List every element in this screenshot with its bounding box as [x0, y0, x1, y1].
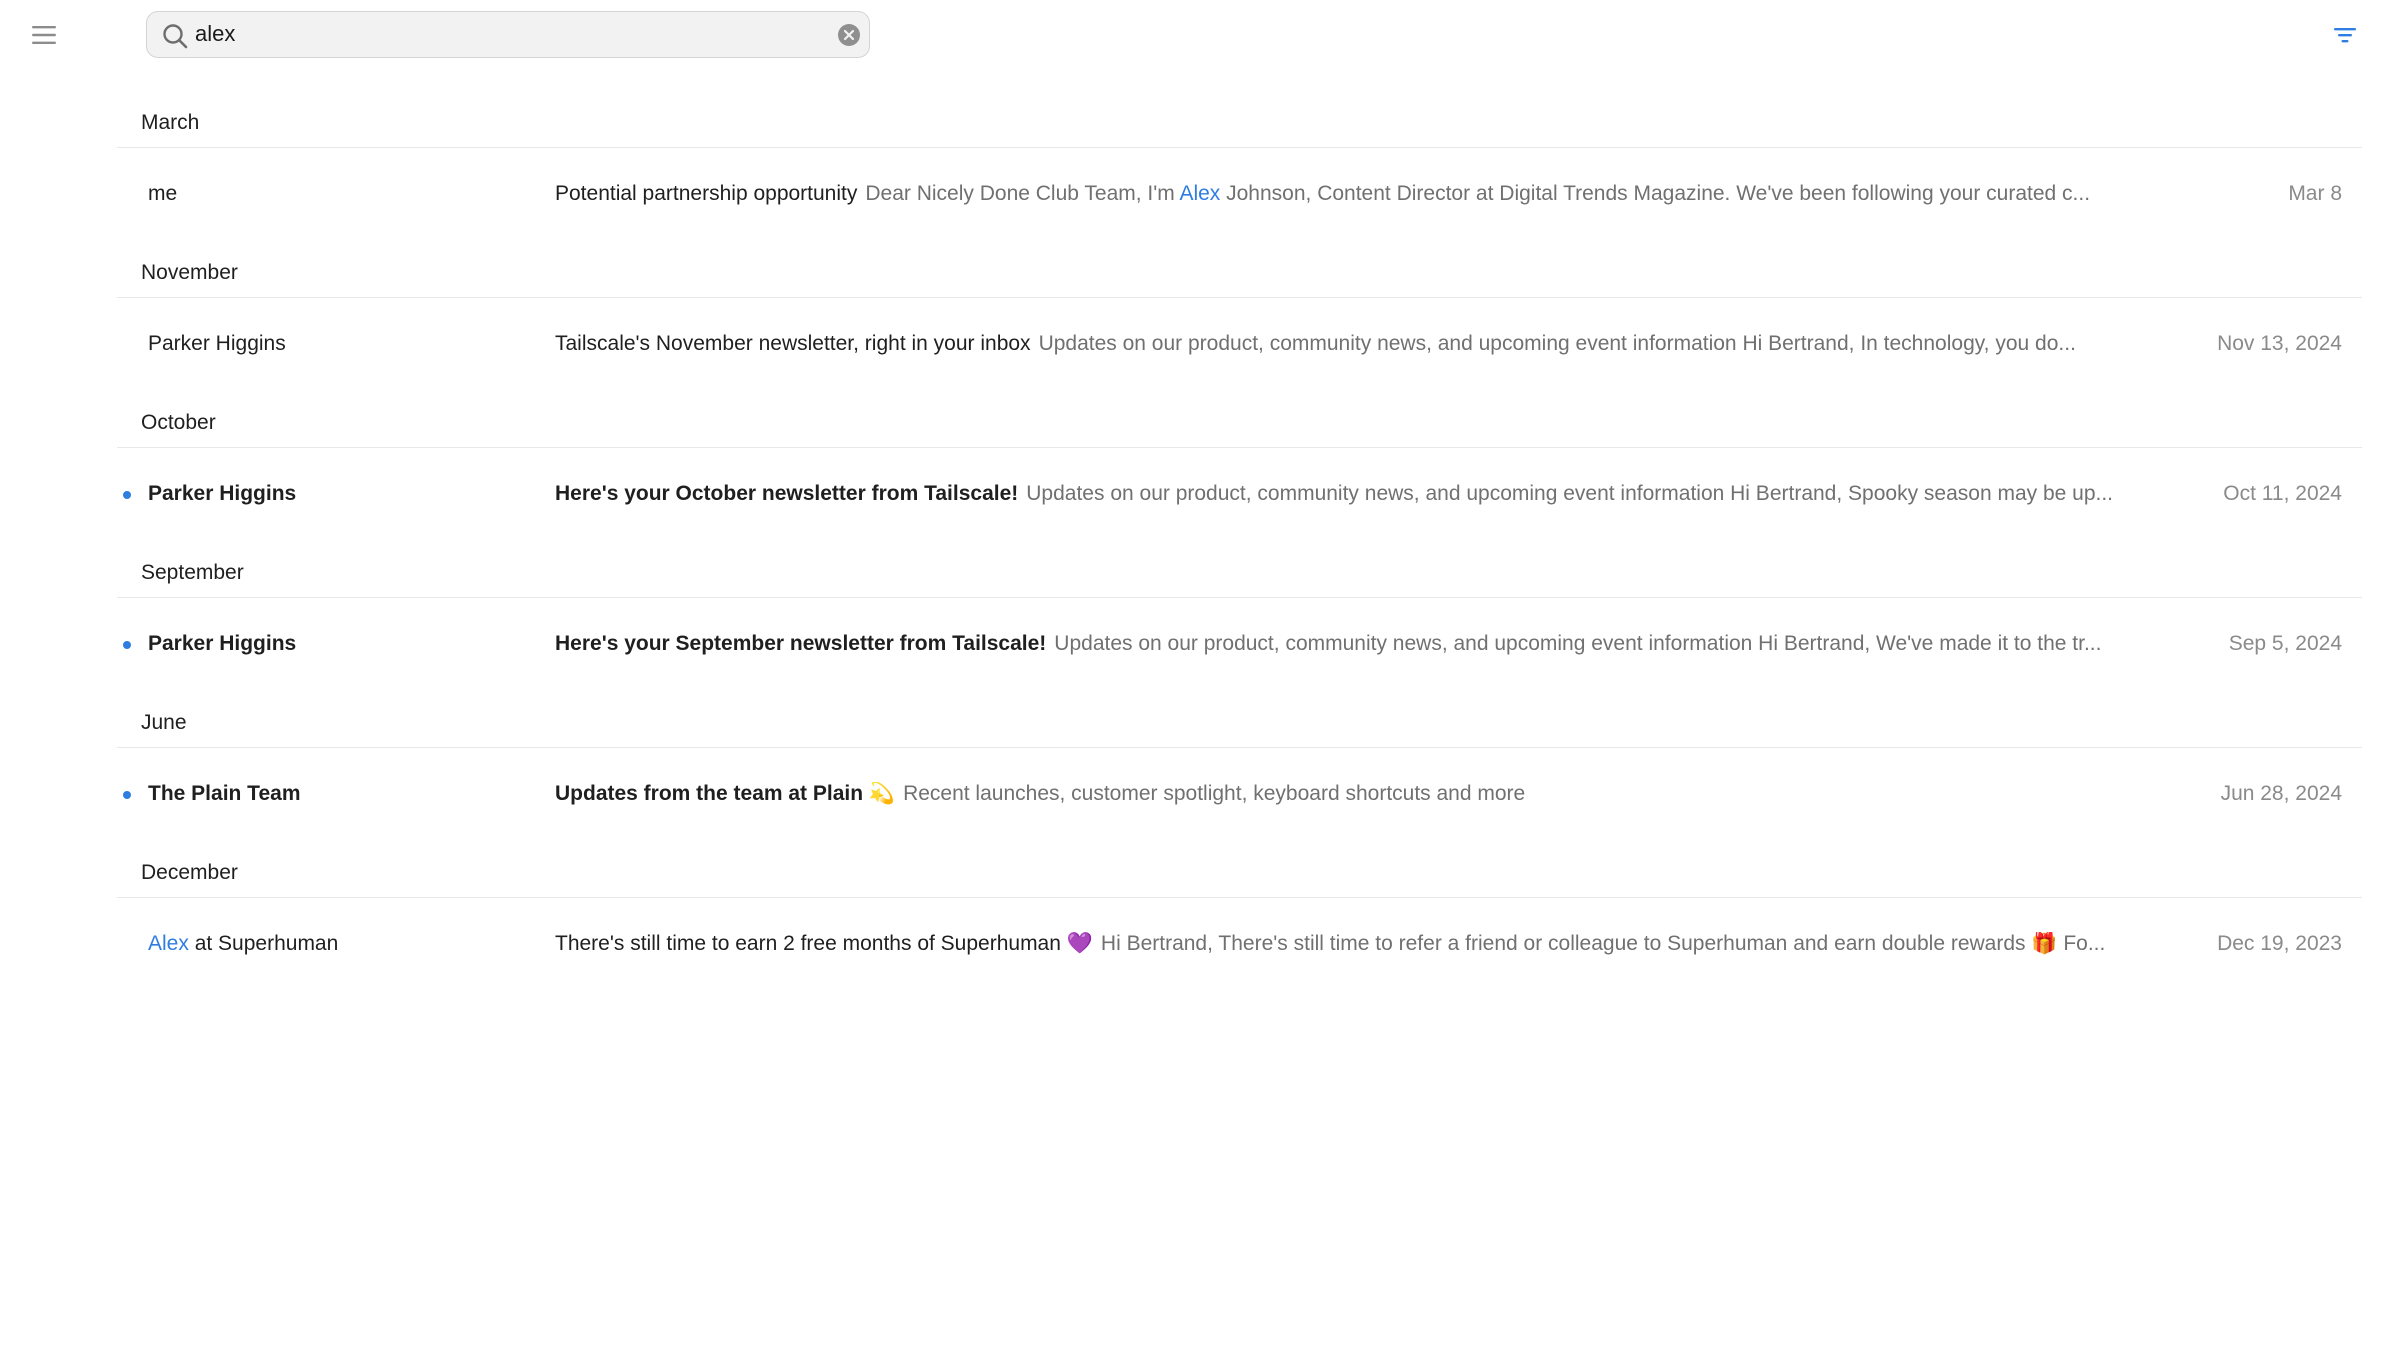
- message-row[interactable]: The Plain Team Updates from the team at P…: [117, 748, 2362, 840]
- snippet-text: Dear Nicely Done Club Team, I'm: [865, 182, 1180, 205]
- sender-text: Parker Higgins: [148, 332, 286, 355]
- menu-button[interactable]: [26, 18, 62, 52]
- message-date: Oct 11, 2024: [2223, 482, 2342, 505]
- clear-search-icon[interactable]: [837, 23, 861, 47]
- snippet-text: Johnson, Content Director at Digital Tre…: [1220, 182, 2091, 205]
- message-preview: Here's your September newsletter from Ta…: [555, 632, 2255, 656]
- message-subject: Updates from the team at Plain 💫: [555, 782, 896, 805]
- section-header-september: September: [117, 540, 2362, 598]
- message-row[interactable]: Parker Higgins Here's your October newsle…: [117, 448, 2362, 540]
- message-snippet: Updates on our product, community news, …: [1026, 482, 2113, 505]
- section-header-november: November: [117, 240, 2362, 298]
- section-header-june: June: [117, 690, 2362, 748]
- message-preview: Potential partnership opportunity Dear Ni…: [555, 182, 2255, 206]
- message-date: Dec 19, 2023: [2217, 932, 2342, 955]
- message-row[interactable]: Parker Higgins Here's your September news…: [117, 598, 2362, 690]
- filter-button[interactable]: [2330, 20, 2360, 50]
- message-subject: Here's your September newsletter from Ta…: [555, 632, 1047, 655]
- message-subject: Here's your October newsletter from Tail…: [555, 482, 1019, 505]
- message-snippet: Recent launches, customer spotlight, key…: [903, 782, 1525, 805]
- message-sender: The Plain Team: [148, 782, 528, 806]
- hamburger-menu-icon: [32, 26, 56, 44]
- message-sender: me: [148, 182, 528, 206]
- message-sender: Parker Higgins: [148, 482, 528, 506]
- message-snippet: Updates on our product, community news, …: [1039, 332, 2076, 355]
- sender-text: The Plain Team: [148, 782, 301, 805]
- filter-icon: [2334, 28, 2356, 43]
- message-row[interactable]: Parker Higgins Tailscale's November newsl…: [117, 298, 2362, 390]
- message-subject: Tailscale's November newsletter, right i…: [555, 332, 1031, 355]
- unread-indicator-icon: [123, 491, 131, 499]
- message-sender: Parker Higgins: [148, 332, 528, 356]
- message-subject: Potential partnership opportunity: [555, 182, 858, 205]
- message-row[interactable]: me Potential partnership opportunity Dear …: [117, 148, 2362, 240]
- section-header-december: December: [117, 840, 2362, 898]
- mail-app: March me Potential partnership opportunity…: [0, 0, 2400, 1360]
- message-snippet: Hi Bertrand, There's still time to refer…: [1101, 932, 2105, 955]
- sender-text: at Superhuman: [188, 932, 339, 955]
- message-preview: Tailscale's November newsletter, right i…: [555, 332, 2255, 356]
- section-header-october: October: [117, 390, 2362, 448]
- unread-indicator-icon: [123, 791, 131, 799]
- snippet-text: Updates on our product, community news, …: [1026, 482, 2114, 505]
- message-row[interactable]: Alex at Superhuman There's still time to …: [117, 898, 2362, 990]
- message-date: Jun 28, 2024: [2220, 782, 2342, 805]
- message-preview: Here's your October newsletter from Tail…: [555, 482, 2255, 506]
- sender-text: Parker Higgins: [148, 632, 297, 655]
- snippet-text: Hi Bertrand, There's still time to refer…: [1100, 932, 2106, 955]
- search-icon: [163, 24, 188, 49]
- snippet-match-highlight: Alex: [1179, 182, 1221, 205]
- message-snippet: Dear Nicely Done Club Team, I'm Alex Joh…: [865, 182, 2090, 205]
- message-date: Nov 13, 2024: [2217, 332, 2342, 355]
- search-input[interactable]: [195, 12, 795, 56]
- sender-text: me: [148, 182, 178, 205]
- sender-text: Parker Higgins: [148, 482, 297, 505]
- message-sender: Parker Higgins: [148, 632, 528, 656]
- message-subject: There's still time to earn 2 free months…: [555, 932, 1093, 955]
- snippet-text: Updates on our product, community news, …: [1054, 632, 2102, 655]
- message-sender: Alex at Superhuman: [148, 932, 528, 956]
- message-date: Mar 8: [2288, 182, 2342, 205]
- search-bar: [146, 11, 870, 58]
- message-list: March me Potential partnership opportunity…: [117, 90, 2362, 990]
- message-preview: Updates from the team at Plain 💫 Recent l…: [555, 782, 2255, 806]
- unread-indicator-icon: [123, 641, 131, 649]
- snippet-text: Recent launches, customer spotlight, key…: [903, 782, 1526, 805]
- message-snippet: Updates on our product, community news, …: [1054, 632, 2101, 655]
- message-preview: There's still time to earn 2 free months…: [555, 932, 2255, 956]
- message-date: Sep 5, 2024: [2228, 632, 2342, 655]
- sender-match-highlight: Alex: [148, 932, 189, 955]
- snippet-text: Updates on our product, community news, …: [1038, 332, 2076, 355]
- section-header-march: March: [117, 90, 2362, 148]
